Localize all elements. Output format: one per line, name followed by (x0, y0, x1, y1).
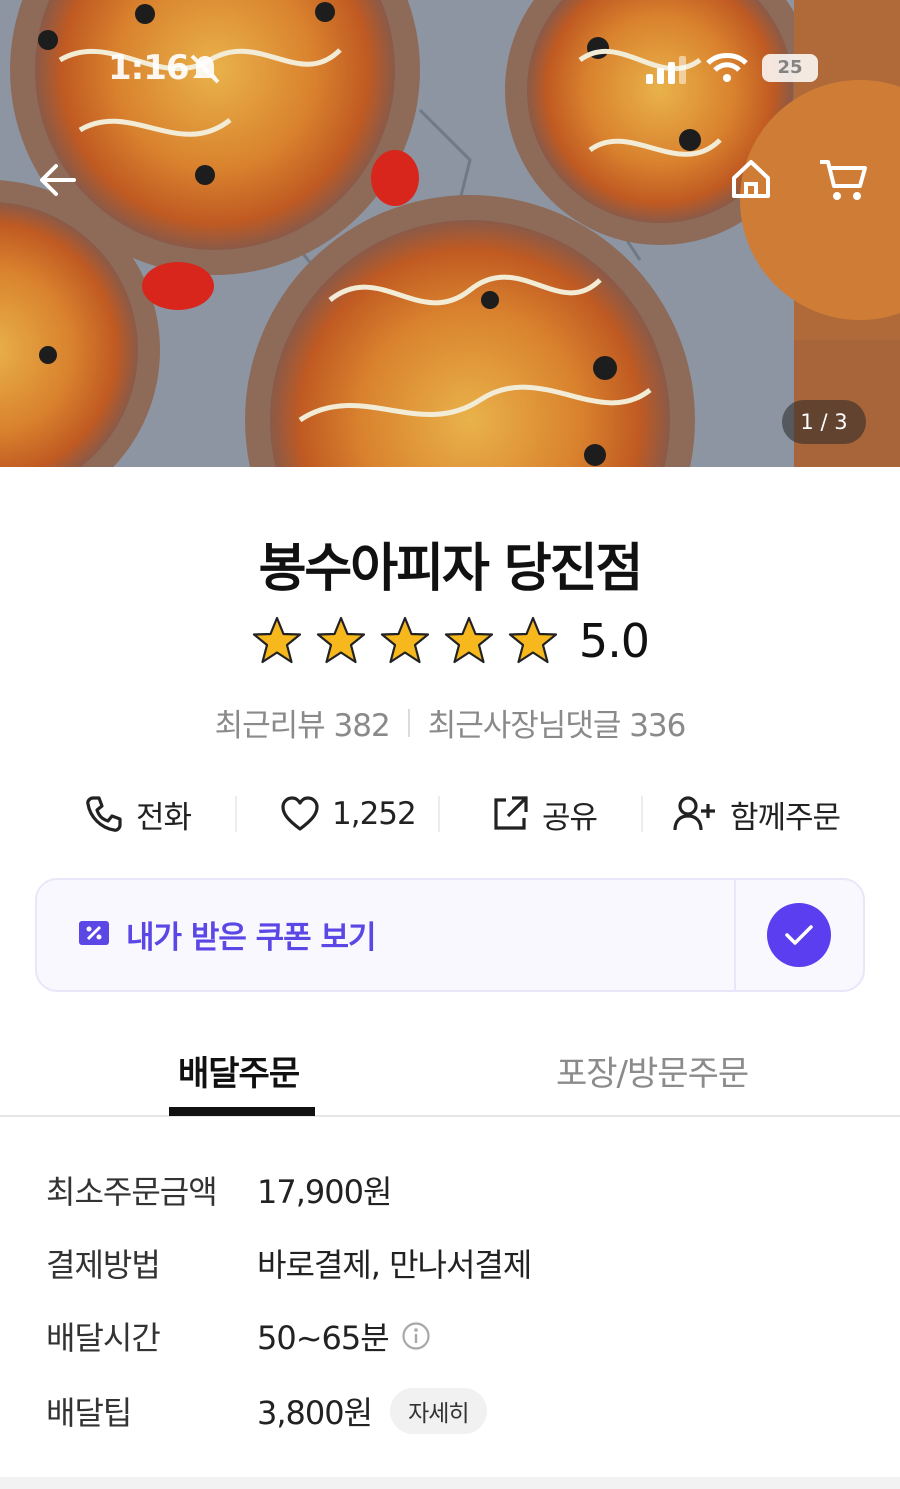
info-value: 50~65분 (257, 1319, 390, 1357)
share-label: 공유 (542, 799, 598, 836)
info-delivery-time: 배달시간 50~65분 (46, 1311, 431, 1361)
info-value: 17,900원 (257, 1173, 392, 1211)
info-label: 배달시간 (46, 1319, 161, 1357)
recent-owner-replies-link[interactable]: 최근사장님댓글 336 (428, 700, 687, 745)
back-arrow-icon[interactable] (36, 158, 80, 202)
star-icon (508, 616, 558, 664)
image-counter: 1 / 3 (782, 400, 866, 444)
recent-reviews-link[interactable]: 최근리뷰 382 (215, 700, 391, 745)
coupon-check-button[interactable] (767, 903, 831, 967)
battery-level: 25 (777, 57, 803, 78)
check-icon (785, 925, 813, 945)
store-actions: 전화 1,252 공유 함께주문 (0, 786, 900, 842)
review-counts: 최근리뷰 382 최근사장님댓글 336 (0, 700, 900, 745)
signal-icon (646, 56, 686, 84)
add-person-icon (673, 796, 715, 831)
wifi-icon (706, 53, 748, 82)
info-label: 결제방법 (46, 1246, 161, 1284)
info-icon[interactable] (401, 1321, 431, 1351)
coupon-icon (79, 921, 109, 945)
info-delivery-tip: 배달팁 3,800원 자세히 (46, 1386, 487, 1436)
star-icon (316, 616, 366, 664)
call-button[interactable]: 전화 (84, 786, 192, 842)
rating-row: 5.0 (0, 614, 900, 668)
rating-value: 5.0 (578, 614, 650, 668)
call-label: 전화 (136, 799, 192, 836)
share-icon (494, 796, 528, 830)
share-button[interactable]: 공유 (490, 786, 598, 842)
home-icon[interactable] (728, 156, 774, 202)
star-icon (444, 616, 494, 664)
status-bar: 1:16 25 (0, 38, 900, 98)
divider (438, 796, 440, 832)
info-label: 최소주문금액 (46, 1173, 218, 1211)
store-name: 봉수아피자 당진점 (258, 539, 644, 599)
phone-icon (86, 796, 122, 832)
tab-pickup[interactable]: 포장/방문주문 (556, 1046, 749, 1095)
info-value: 바로결제, 만나서결제 (257, 1246, 532, 1284)
rating-stars (251, 615, 559, 667)
like-count: 1,252 (332, 796, 417, 832)
info-payment-method: 결제방법 바로결제, 만나서결제 (46, 1238, 532, 1288)
tab-delivery[interactable]: 배달주문 (178, 1046, 300, 1095)
group-order-label: 함께주문 (730, 799, 841, 836)
coupon-label[interactable]: 내가 받은 쿠폰 보기 (126, 912, 377, 957)
divider (641, 796, 643, 832)
delivery-tip-detail-button[interactable]: 자세히 (390, 1388, 487, 1434)
divider (235, 796, 237, 832)
info-value: 3,800원 (257, 1394, 373, 1432)
like-button[interactable]: 1,252 (280, 786, 417, 842)
section-divider (0, 1477, 900, 1489)
active-tab-indicator (169, 1107, 315, 1116)
bell-muted-icon (190, 54, 220, 84)
group-order-button[interactable]: 함께주문 (672, 786, 841, 842)
info-min-order: 최소주문금액 17,900원 (46, 1165, 392, 1215)
store-hero-image[interactable]: 1:16 25 1 / 3 (0, 0, 900, 467)
info-label: 배달팁 (46, 1394, 132, 1432)
tab-bar-divider (0, 1115, 900, 1117)
cart-icon[interactable] (818, 156, 868, 202)
status-time: 1:16 (108, 48, 190, 88)
star-icon (252, 616, 302, 664)
divider (734, 878, 736, 992)
divider (407, 708, 410, 737)
battery-icon: 25 (762, 54, 818, 82)
star-icon (380, 616, 430, 664)
heart-icon (281, 796, 319, 831)
